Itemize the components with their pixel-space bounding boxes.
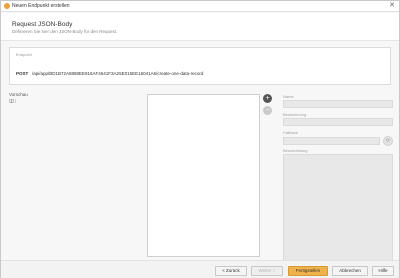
title-bar: Neuen Endpunkt erstellen ✕ [1, 1, 399, 12]
finish-button[interactable]: Fertigstellen [288, 266, 328, 276]
tree-node-root[interactable]: { } [9, 98, 16, 103]
remove-icon[interactable]: − [263, 106, 272, 115]
json-preview-tree: { } [9, 98, 16, 103]
tree-node-closing: } [15, 98, 17, 103]
add-icon[interactable]: + [263, 94, 272, 103]
beschreibung-label: Beschreibung [283, 148, 308, 153]
help-button[interactable]: Hilfe [372, 266, 394, 276]
endpoint-url: /api/app/BD1B72A8888EE915AF4641F3A25E015… [32, 71, 204, 76]
dialog-window: Neuen Endpunkt erstellen ✕ Request JSON-… [0, 0, 400, 278]
close-icon[interactable]: ✕ [389, 1, 395, 11]
page-title: Request JSON-Body [12, 21, 73, 28]
next-button[interactable]: Weiter > [251, 266, 283, 276]
beschreibung-field[interactable] [283, 154, 393, 262]
bezeichnung-field[interactable] [283, 118, 393, 126]
window-title: Neuen Endpunkt erstellen [12, 3, 70, 9]
cancel-button[interactable]: Abbrechen [332, 266, 368, 276]
app-icon [4, 3, 10, 9]
preview-label: Vorschau [9, 92, 28, 97]
dialog-footer: < Zurück Weiter > Fertigstellen Abbreche… [1, 260, 399, 278]
name-field[interactable] [283, 100, 393, 108]
http-method: POST [16, 71, 29, 76]
dialog-header: Request JSON-Body Definieren Sie hier de… [1, 13, 399, 41]
endpoint-panel: Endpoint POST /api/app/BD1B72A8888EE915A… [9, 47, 391, 85]
tree-node-key[interactable]: { [9, 98, 15, 103]
endpoint-label: Endpoint [16, 52, 32, 57]
back-button[interactable]: < Zurück [215, 266, 247, 276]
json-body-editor[interactable] [147, 94, 260, 257]
bezeichnung-label: Bezeichnung [283, 112, 307, 117]
page-subtitle: Definieren Sie hier den JSON-Body für de… [12, 29, 118, 34]
fallback-refresh-icon[interactable]: ⟳ [383, 136, 393, 146]
fallback-field[interactable] [283, 137, 380, 145]
name-label: Name [283, 94, 294, 99]
fallback-label: Fallback [283, 130, 298, 135]
